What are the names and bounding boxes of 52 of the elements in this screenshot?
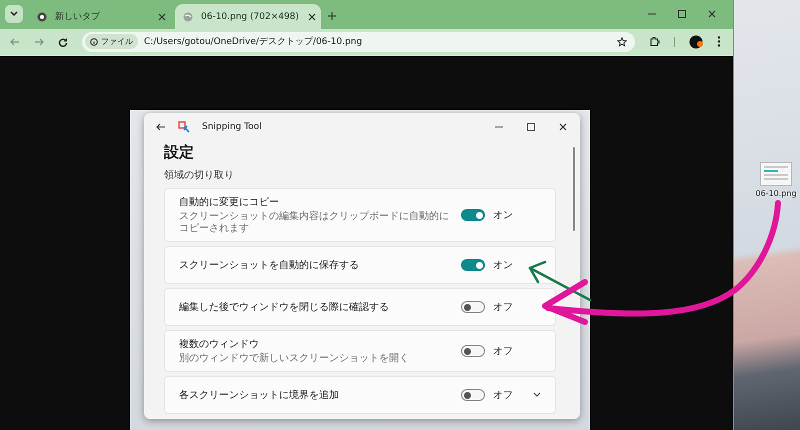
toggle-switch[interactable] xyxy=(461,345,485,357)
site-info-chip[interactable]: ファイル xyxy=(85,34,138,50)
maximize-icon[interactable] xyxy=(677,9,687,20)
close-icon[interactable] xyxy=(306,12,317,22)
info-icon xyxy=(90,38,98,46)
toggle-state: オフ xyxy=(493,345,514,358)
address-bar[interactable]: ファイル C:/Users/gotou/OneDrive/デスクトップ/06-10.png xyxy=(82,32,635,52)
chip-label: ファイル xyxy=(101,36,133,48)
setting-label: スクリーンショットを自動的に保存する xyxy=(179,259,360,272)
setting-description: スクリーンショットの編集内容はクリップボードに自動的にコピーされます xyxy=(179,211,450,235)
section-heading: 領域の切り取り xyxy=(164,168,235,182)
close-icon[interactable] xyxy=(157,12,167,22)
url-text: C:/Users/gotou/OneDrive/デスクトップ/06-10.png xyxy=(144,35,364,48)
chrome-logo-icon xyxy=(37,12,47,22)
browser-tab[interactable]: 06-10.png (702×498) xyxy=(175,4,321,30)
puzzle-icon[interactable] xyxy=(649,36,660,48)
tab-title: 06-10.png (702×498) xyxy=(201,12,299,22)
toggle-state: オフ xyxy=(493,389,514,402)
plus-icon[interactable] xyxy=(327,11,337,22)
star-icon[interactable] xyxy=(617,36,627,47)
toggle-state: オフ xyxy=(493,301,514,314)
forward-arrow-icon[interactable] xyxy=(34,36,44,47)
toggle-state: オン xyxy=(493,209,514,222)
maximize-icon[interactable] xyxy=(526,122,536,132)
reload-icon[interactable] xyxy=(58,36,68,47)
file-name[interactable]: 06-10.png xyxy=(756,189,797,198)
setting-description: 別のウィンドウで新しいスクリーンショットを開く xyxy=(179,353,410,365)
back-arrow-icon[interactable] xyxy=(156,122,166,132)
page-heading: 設定 xyxy=(164,143,195,162)
chevron-down-icon xyxy=(10,11,18,18)
toggle-switch[interactable] xyxy=(461,389,485,401)
setting-label: 複数のウィンドウ xyxy=(179,338,260,351)
tab-search-button[interactable] xyxy=(5,5,23,24)
close-icon[interactable] xyxy=(707,9,717,20)
globe-icon xyxy=(183,12,193,22)
more-menu-icon[interactable] xyxy=(717,36,721,48)
toggle-switch[interactable] xyxy=(461,301,485,313)
close-icon[interactable] xyxy=(558,122,568,132)
browser-tab[interactable]: 新しいタブ xyxy=(29,4,175,30)
window-title: Snipping Tool xyxy=(202,122,263,132)
app-logo-icon xyxy=(178,121,190,133)
setting-label: 各スクリーンショットに境界を追加 xyxy=(179,388,340,402)
setting-label: 編集した後でウィンドウを閉じる際に確認する xyxy=(179,300,390,314)
chevron-down-icon[interactable] xyxy=(533,392,541,398)
setting-label: 自動的に変更にコピー xyxy=(179,196,280,209)
scrollbar[interactable] xyxy=(573,147,575,231)
avatar-icon[interactable] xyxy=(689,34,703,49)
toggle-state: オン xyxy=(493,259,514,272)
file-thumbnail-icon[interactable] xyxy=(760,162,792,186)
toggle-switch[interactable] xyxy=(461,209,485,221)
tab-title: 新しいタブ xyxy=(55,10,101,24)
toggle-switch[interactable] xyxy=(461,259,485,271)
